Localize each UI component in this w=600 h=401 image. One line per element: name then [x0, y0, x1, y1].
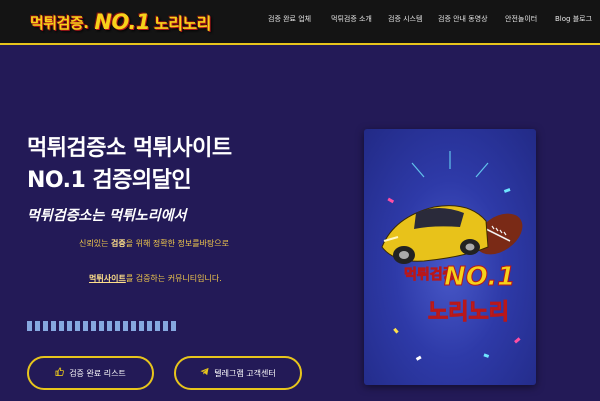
- stripe: [75, 321, 80, 331]
- telegram-support-label: 텔레그램 고객센터: [214, 368, 276, 378]
- nav-guide-video[interactable]: 검증 안내 동영상: [438, 14, 488, 24]
- stripe: [171, 321, 176, 331]
- promo-banner-image: 먹튀검증 NO.1 노리노리: [364, 129, 536, 385]
- decorative-stripes: [27, 321, 176, 331]
- telegram-icon: [200, 367, 209, 379]
- desc2-bold: 먹튀사이트: [89, 274, 126, 283]
- stripe: [123, 321, 128, 331]
- nav-safe-playground[interactable]: 안전놀이터: [505, 14, 537, 24]
- stripe: [131, 321, 136, 331]
- telegram-support-button[interactable]: 텔레그램 고객센터: [174, 356, 302, 390]
- hero-title-line-2: NO.1 검증의달인: [27, 168, 192, 193]
- stripe: [107, 321, 112, 331]
- thumbs-up-icon: [55, 367, 65, 379]
- stripe: [91, 321, 96, 331]
- logo-text-3: 노리노리: [153, 14, 211, 33]
- stripe: [35, 321, 40, 331]
- site-logo[interactable]: 먹튀검증. NO.1 노리노리: [30, 7, 211, 37]
- nav-about[interactable]: 먹튀검증 소개: [331, 14, 372, 24]
- stripe: [83, 321, 88, 331]
- hero-description-1: 신뢰있는 검증을 위해 정확한 정보를바탕으로: [79, 238, 229, 249]
- hero-title: 먹튀검증소 먹튀사이트 NO.1 검증의달인: [27, 133, 232, 197]
- hero-title-line-1: 먹튀검증소 먹튀사이트: [27, 136, 232, 161]
- stripe: [163, 321, 168, 331]
- site-header: 먹튀검증. NO.1 노리노리 검증 완료 업체 먹튀검증 소개 검증 시스템 …: [0, 0, 600, 45]
- desc1-bold: 검증: [110, 239, 126, 248]
- nav-verified-sites[interactable]: 검증 완료 업체: [268, 14, 311, 24]
- stripe: [155, 321, 160, 331]
- desc2-after: 를 검증하는 커뮤니티입니다.: [125, 274, 222, 283]
- stripe: [147, 321, 152, 331]
- banner-artwork: 먹튀검증 NO.1 노리노리: [381, 151, 523, 361]
- logo-text-1: 먹튀검증.: [30, 13, 89, 32]
- nav-verification-system[interactable]: 검증 시스템: [388, 14, 422, 24]
- hero-subtitle: 먹튀검증소는 먹튀노리에서: [27, 208, 187, 224]
- banner-text-bottom: 노리노리: [428, 300, 509, 325]
- stripe: [139, 321, 144, 331]
- stripe: [27, 321, 32, 331]
- stripe: [67, 321, 72, 331]
- stripe: [51, 321, 56, 331]
- banner-text-no1: NO.1: [444, 262, 515, 292]
- logo-text-2: NO.1: [94, 10, 150, 34]
- nav-blog[interactable]: Blog 블로그: [555, 14, 592, 24]
- desc1-after: 을 위해 정확한 정보를바탕으로: [125, 239, 230, 248]
- stripe: [99, 321, 104, 331]
- desc1-before: 신뢰있는: [79, 239, 111, 248]
- verified-list-button[interactable]: 검증 완료 리스트: [27, 356, 154, 390]
- stripe: [43, 321, 48, 331]
- stripe: [59, 321, 64, 331]
- verified-list-label: 검증 완료 리스트: [69, 368, 126, 378]
- stripe: [115, 321, 120, 331]
- hero-description-2: 먹튀사이트를 검증하는 커뮤니티입니다.: [89, 273, 222, 284]
